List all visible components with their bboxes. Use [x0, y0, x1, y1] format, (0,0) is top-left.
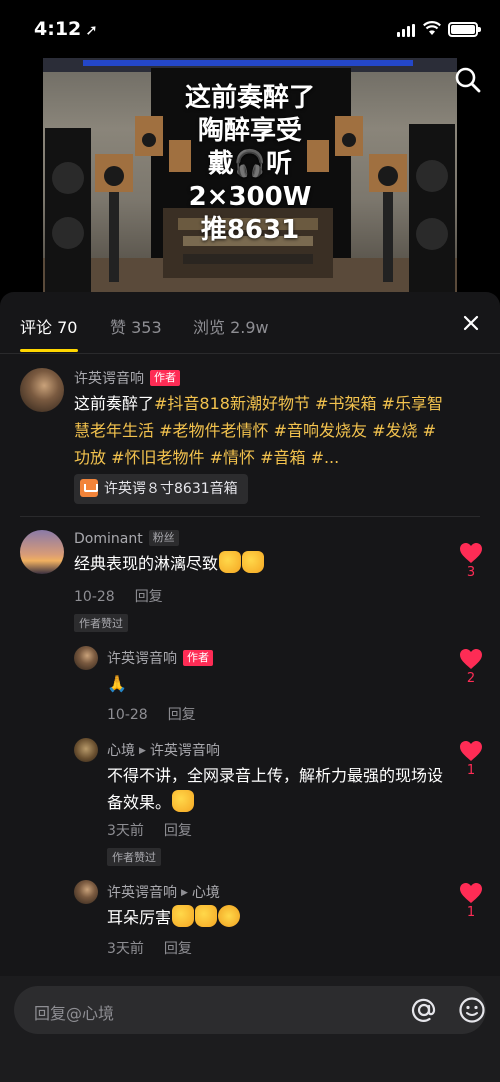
reply-text: 不得不讲，全网录音上传，解析力最强的现场设备效果。	[107, 762, 447, 816]
thumbs-up-emoji	[219, 551, 242, 573]
reply-username: 许英谔音响	[107, 651, 177, 667]
tab-bar: 评论 70 赞 353 浏览 2.9w	[0, 292, 500, 354]
post-text: 这前奏醉了	[74, 394, 155, 413]
reply-button[interactable]: 回复	[164, 823, 192, 839]
caption-line: 陶醉享受	[197, 116, 302, 146]
close-icon[interactable]	[462, 314, 480, 332]
at-icon[interactable]	[410, 996, 438, 1024]
reply-meta: 3天前 回复	[107, 820, 192, 840]
caption-line: 这前奏醉了	[184, 83, 315, 113]
reply-meta: 10-28 回复	[107, 704, 196, 724]
location-arrow-icon: ➚	[85, 21, 98, 39]
post-author-name: 许英谔音响	[74, 371, 144, 387]
divider	[20, 516, 480, 517]
search-icon[interactable]	[454, 66, 482, 94]
reply-date: 10-28	[107, 707, 148, 723]
reply-date: 3天前	[107, 823, 144, 839]
reply-body: 耳朵厉害	[107, 908, 172, 927]
thumbs-up-emoji	[172, 905, 195, 927]
like-button[interactable]: 2	[458, 648, 484, 688]
post-description: 这前奏醉了#抖音818新潮好物节 #书架箱 #乐享智慧老年生活 #老物件老情怀 …	[74, 390, 444, 471]
like-button[interactable]: 1	[458, 740, 484, 780]
status-bar: 4:12 ➚	[0, 0, 500, 58]
comment-input-bar: 回复@心境	[0, 976, 500, 1082]
caption-line: 推8631	[200, 215, 300, 245]
replier-avatar[interactable]	[74, 738, 98, 762]
author-liked-chip: 作者赞过	[107, 848, 161, 866]
reply-body: 不得不讲，全网录音上传，解析力最强的现场设备效果。	[107, 766, 444, 812]
tab-views[interactable]: 浏览 2.9w	[193, 314, 269, 338]
reply-user[interactable]: 心境 ▶ 许英谔音响	[107, 740, 220, 760]
reply-text: 耳朵厉害	[107, 904, 437, 931]
time-text: 4:12	[34, 18, 82, 40]
reply-meta: 3天前 回复	[107, 938, 192, 958]
reply-username: 许英谔音响	[107, 885, 177, 901]
heart-icon	[460, 543, 482, 563]
comment-date: 10-28	[74, 589, 115, 605]
like-count: 1	[466, 763, 476, 778]
thumbs-up-emoji	[242, 551, 265, 573]
battery-icon	[448, 22, 481, 37]
reply-to-username: 心境	[191, 885, 220, 901]
like-count: 3	[466, 565, 476, 580]
reply-username: 心境	[107, 743, 135, 759]
reply-button[interactable]: 回复	[135, 589, 163, 605]
status-time: 4:12 ➚	[34, 18, 98, 40]
product-label: 许英谔８寸8631音箱	[104, 481, 238, 497]
reply-input[interactable]: 回复@心境	[14, 986, 486, 1034]
author-liked-chip: 作者赞过	[74, 614, 128, 632]
wifi-icon	[423, 21, 441, 35]
reply-button[interactable]: 回复	[168, 707, 196, 723]
comment-user[interactable]: Dominant 粉丝	[74, 530, 179, 547]
heart-icon	[460, 883, 482, 903]
like-button[interactable]: 3	[458, 542, 484, 582]
fan-badge: 粉丝	[148, 530, 179, 546]
heart-icon	[460, 741, 482, 761]
reply-arrow-icon: ▶	[181, 888, 188, 898]
post-author[interactable]: 许英谔音响 作者	[74, 368, 180, 388]
product-link[interactable]: 许英谔８寸8631音箱	[74, 474, 248, 504]
replier-avatar[interactable]	[74, 646, 98, 670]
thumbs-up-emoji	[172, 790, 195, 812]
video-caption: 这前奏醉了 陶醉享受 戴🎧听 2×300W 推8631	[43, 82, 457, 247]
video-player[interactable]: 这前奏醉了 陶醉享受 戴🎧听 2×300W 推8631	[43, 58, 457, 294]
tab-likes[interactable]: 赞 353	[110, 314, 162, 338]
reply-arrow-icon: ▶	[139, 746, 146, 756]
reply-user[interactable]: 许英谔音响 ▶ 心境	[107, 882, 220, 902]
replier-avatar[interactable]	[74, 880, 98, 904]
commenter-avatar[interactable]	[20, 530, 64, 574]
comment-sheet: 评论 70 赞 353 浏览 2.9w 许英谔音响 作者 这前奏醉了#抖音818新…	[0, 292, 500, 1082]
thumbs-up-emoji	[195, 905, 218, 927]
author-avatar[interactable]	[20, 368, 64, 412]
like-button[interactable]: 1	[458, 882, 484, 922]
shocked-emoji	[218, 905, 241, 927]
reply-date: 3天前	[107, 941, 144, 957]
caption-line: 戴🎧听	[207, 149, 293, 179]
like-count: 2	[466, 671, 476, 686]
comment-body: 经典表现的淋漓尽致	[74, 554, 219, 573]
author-badge: 作者	[183, 650, 213, 666]
comment-meta: 10-28 回复	[74, 586, 163, 606]
cart-icon	[80, 479, 98, 497]
comment-username: Dominant	[74, 531, 143, 547]
active-tab-indicator	[20, 349, 78, 352]
reply-user[interactable]: 许英谔音响 作者	[107, 648, 213, 668]
reply-text: 🙏	[107, 674, 127, 693]
reply-button[interactable]: 回复	[164, 941, 192, 957]
heart-icon	[460, 649, 482, 669]
tab-comments[interactable]: 评论 70	[20, 314, 77, 338]
caption-line: 2×300W	[188, 182, 312, 212]
signal-icon	[397, 24, 415, 37]
like-count: 1	[466, 905, 476, 920]
reply-to-username: 许英谔音响	[149, 743, 220, 759]
emoji-icon[interactable]	[458, 996, 486, 1024]
comment-text: 经典表现的淋漓尽致	[74, 550, 434, 577]
reply-placeholder: 回复@心境	[34, 1004, 115, 1023]
author-badge: 作者	[150, 370, 180, 386]
